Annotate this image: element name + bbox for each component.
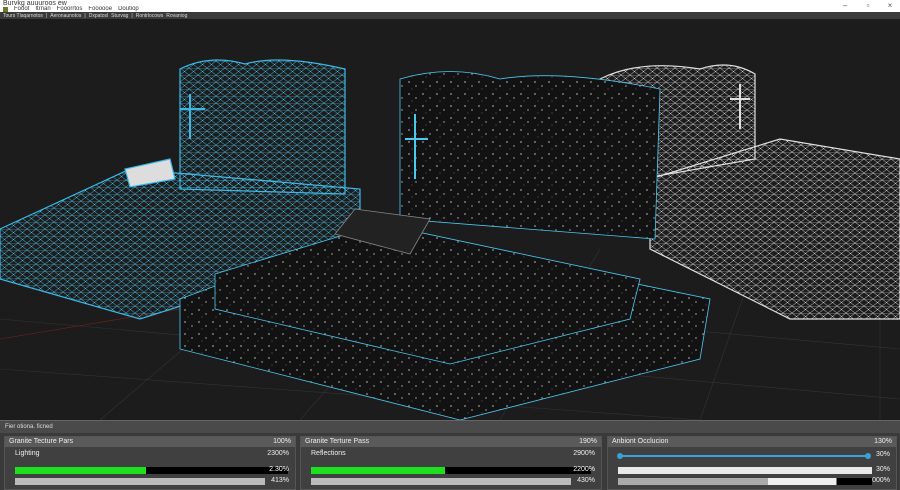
slider-handle[interactable] bbox=[617, 453, 623, 459]
separator: | bbox=[84, 12, 86, 19]
window-title: Burvkg auuuroos ew bbox=[3, 0, 67, 7]
toolbar-item[interactable]: Sturvag bbox=[111, 13, 128, 19]
ao-secondary-bar bbox=[618, 478, 872, 485]
secondary-bar bbox=[15, 478, 265, 485]
bar1-value: 2200% bbox=[573, 466, 595, 473]
separator: | bbox=[45, 12, 48, 19]
ambient-occlusion-panel: Anbiont Occlucion 130% 30% 30% 000% bbox=[607, 436, 897, 490]
lighting-pass-panel: Granite Tecture Pars 100% Lighting 2300% 2… bbox=[4, 436, 296, 490]
separator: | bbox=[131, 12, 133, 19]
reflections-label: Reflections bbox=[311, 450, 346, 457]
3d-viewport[interactable] bbox=[0, 19, 900, 420]
panel-value: 130% bbox=[874, 438, 892, 445]
secondary-bar bbox=[311, 478, 571, 485]
minimize-icon[interactable]: – bbox=[835, 0, 855, 12]
panel-value: 100% bbox=[273, 438, 291, 445]
reflections-pass-panel: Granite Terture Pass 190% Reflections 2900… bbox=[300, 436, 602, 490]
lighting-value: 2300% bbox=[267, 450, 289, 457]
bar2-value: 413% bbox=[271, 477, 289, 484]
lighting-label: Lighting bbox=[15, 450, 40, 457]
status-bar: Fier otiona. ficned bbox=[0, 420, 900, 433]
status-text: Fier otiona. ficned bbox=[5, 424, 53, 430]
panel-value: 190% bbox=[579, 438, 597, 445]
toolbar-item[interactable]: Rontrlocows bbox=[136, 13, 164, 19]
reflections-progress-bar[interactable] bbox=[311, 467, 591, 474]
slider-value: 30% bbox=[875, 451, 890, 458]
maximize-icon[interactable]: ▫ bbox=[858, 0, 878, 12]
slider-handle[interactable] bbox=[865, 453, 871, 459]
toolbar-item[interactable]: Aeronaunotos bbox=[50, 13, 81, 19]
title-bar: Burvkg auuuroos ew bbox=[0, 0, 900, 7]
ao-bar bbox=[618, 467, 872, 474]
toolbar-item[interactable]: Dxpatosl bbox=[89, 13, 108, 19]
lighting-progress-bar[interactable] bbox=[15, 467, 288, 474]
toolbar-item[interactable]: Tours Tlaqarnotos bbox=[3, 13, 43, 19]
toolbar-item[interactable]: Rovaniog bbox=[166, 13, 187, 19]
render-passes-panel: Granite Tecture Pars 100% Lighting 2300% 2… bbox=[0, 433, 900, 490]
bar1-value: 2.30% bbox=[269, 466, 289, 473]
panel-title: Granite Terture Pass bbox=[305, 438, 370, 445]
reflections-value: 2900% bbox=[573, 450, 595, 457]
bar2-value: 000% bbox=[872, 477, 890, 484]
toolbar: Tours Tlaqarnotos | Aeronaunotos | Dxpatos… bbox=[0, 12, 900, 19]
panel-title: Granite Tecture Pars bbox=[9, 438, 74, 445]
ao-slider[interactable] bbox=[617, 453, 871, 459]
panel-title: Anbiont Occlucion bbox=[612, 438, 669, 445]
bar2-value: 430% bbox=[577, 477, 595, 484]
app-icon bbox=[3, 6, 8, 12]
bar1-value: 30% bbox=[875, 466, 890, 473]
close-icon[interactable]: × bbox=[880, 0, 900, 12]
